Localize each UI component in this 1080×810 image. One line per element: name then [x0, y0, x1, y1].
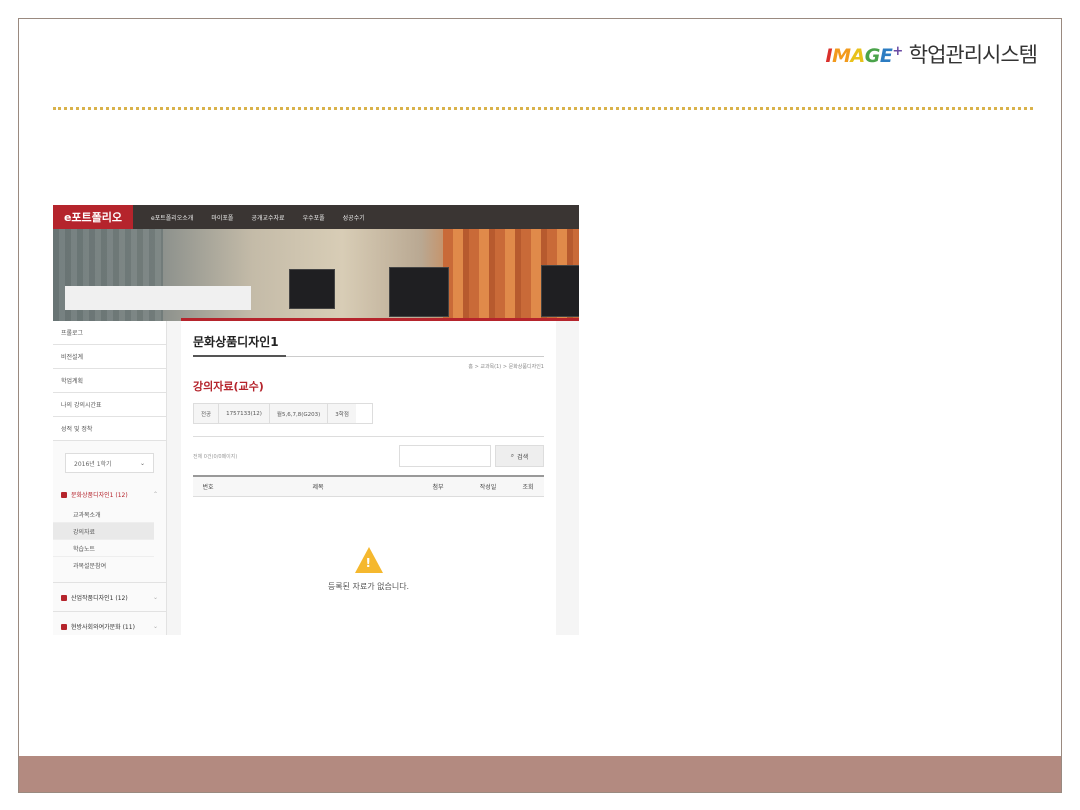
- portfolio-screenshot: e포트폴리오 e포트폴리오소개 마이포폴 공개교수자료 우수포폴 성공수기 프롤…: [53, 205, 579, 635]
- course-label: 문화상품디자인1 (12): [71, 492, 128, 499]
- book-icon: [61, 623, 67, 630]
- sidebar-item-timetable[interactable]: 나의 강의시간표: [53, 393, 166, 417]
- slide: IMAGE+ 학업관리시스템 e포트폴리오 e포트폴리오소개 마이포폴 공개교수…: [18, 18, 1062, 793]
- info-schedule: 월5,6,7,8(G203): [269, 404, 329, 423]
- sidebar-item-vision[interactable]: 비전설계: [53, 345, 166, 369]
- empty-state: 등록된 자료가 없습니다.: [181, 547, 556, 592]
- chevron-down-icon: ⌄: [152, 594, 158, 601]
- chevron-down-icon: ⌄: [139, 459, 145, 467]
- column-number: 번호: [202, 484, 214, 491]
- course-info-table: 전공 1757133(12) 월5,6,7,8(G203) 3학점: [193, 403, 373, 424]
- divider: [193, 436, 544, 437]
- sidebar: 프롤로그 비전설계 학업계획 나의 강의시간표 성적 및 정착 2016년 1학…: [53, 321, 167, 635]
- semester-select[interactable]: 2016년 1학기 ⌄: [65, 453, 154, 473]
- column-title: 제목: [312, 484, 324, 491]
- nav-item-intro[interactable]: e포트폴리오소개: [151, 213, 193, 222]
- warning-icon: [354, 547, 383, 573]
- chevron-up-icon: ⌃: [152, 491, 158, 498]
- sidebar-item-grades[interactable]: 성적 및 정착: [53, 417, 166, 441]
- course-sub-item[interactable]: 교과목소개: [53, 506, 154, 523]
- course-label: 산업작품디자인1 (12): [71, 595, 128, 602]
- total-count: 전체 0건(0/0페이지): [193, 453, 238, 460]
- brand-letter: G: [864, 45, 881, 67]
- divider: [53, 582, 166, 583]
- page-title: 문화상품디자인1: [193, 321, 544, 357]
- book-icon: [61, 491, 67, 498]
- chevron-down-icon: ⌄: [152, 623, 158, 630]
- course-label: 현방사회와여가문화 (11): [71, 624, 135, 631]
- nav-item-public-materials[interactable]: 공개교수자료: [251, 213, 284, 222]
- info-credits: 3학점: [328, 404, 356, 423]
- divider: [53, 611, 166, 612]
- section-title: 강의자료(교수): [193, 380, 264, 393]
- column-views: 조회: [522, 484, 534, 491]
- course-sub-item[interactable]: 과목설문참여: [53, 557, 154, 574]
- column-attachment: 첨부: [432, 484, 444, 491]
- nav-item-success-stories[interactable]: 성공수기: [343, 213, 365, 222]
- hero-banner: [53, 229, 579, 321]
- image-plus-brand: IMAGE+: [825, 43, 904, 67]
- course-item[interactable]: 문화상품디자인1 (12) ⌃: [53, 483, 166, 506]
- course-item[interactable]: 산업작품디자인1 (12) ⌄: [53, 586, 166, 609]
- brand-letter: I: [825, 45, 833, 67]
- hero-monitor: [389, 267, 449, 317]
- search-button[interactable]: ⌕ 검색: [495, 445, 544, 467]
- system-title: 학업관리시스템: [908, 43, 1038, 67]
- hero-monitor: [541, 265, 579, 317]
- sidebar-item-prologue[interactable]: 프롤로그: [53, 321, 166, 345]
- breadcrumb: 홈 > 교과목(1) > 문화상품디자인1: [468, 364, 544, 370]
- nav-item-my-portfolio[interactable]: 마이포폴: [211, 213, 233, 222]
- semester-value: 2016년 1학기: [74, 460, 112, 468]
- table-header: 번호 제목 첨부 작성일 조회: [193, 475, 544, 497]
- brand-letter: +: [892, 43, 903, 59]
- empty-message: 등록된 자료가 없습니다.: [327, 582, 410, 591]
- search-icon: ⌕: [510, 452, 515, 459]
- column-date: 작성일: [479, 484, 497, 491]
- portfolio-brand[interactable]: e포트폴리오: [53, 205, 133, 229]
- footer-bar: [19, 756, 1061, 792]
- search-row: 전체 0건(0/0페이지) ⌕ 검색: [193, 445, 544, 467]
- info-major: 전공: [194, 404, 220, 423]
- book-icon: [61, 594, 67, 601]
- search-button-label: 검색: [517, 453, 529, 461]
- logo: IMAGE+ 학업관리시스템: [825, 39, 1038, 69]
- brand-letter: E: [879, 45, 893, 67]
- sidebar-item-study-plan[interactable]: 학업계획: [53, 369, 166, 393]
- top-navigation: e포트폴리오 e포트폴리오소개 마이포폴 공개교수자료 우수포폴 성공수기: [53, 205, 579, 229]
- course-sub-item[interactable]: 학습노트: [53, 540, 154, 557]
- dotted-divider: [53, 107, 1033, 110]
- main-content: 문화상품디자인1 홈 > 교과목(1) > 문화상품디자인1 강의자료(교수) …: [181, 321, 556, 635]
- brand-letter: M: [832, 45, 851, 67]
- course-item[interactable]: 현방사회와여가문화 (11) ⌄: [53, 615, 166, 635]
- info-code: 1757133(12): [219, 404, 270, 423]
- brand-letter: A: [850, 45, 866, 67]
- nav-item-best-portfolio[interactable]: 우수포폴: [303, 213, 325, 222]
- course-sub-item[interactable]: 강의자료: [53, 523, 154, 540]
- hero-monitor: [289, 269, 335, 309]
- hero-name-box: [65, 286, 251, 310]
- search-input[interactable]: [399, 445, 491, 467]
